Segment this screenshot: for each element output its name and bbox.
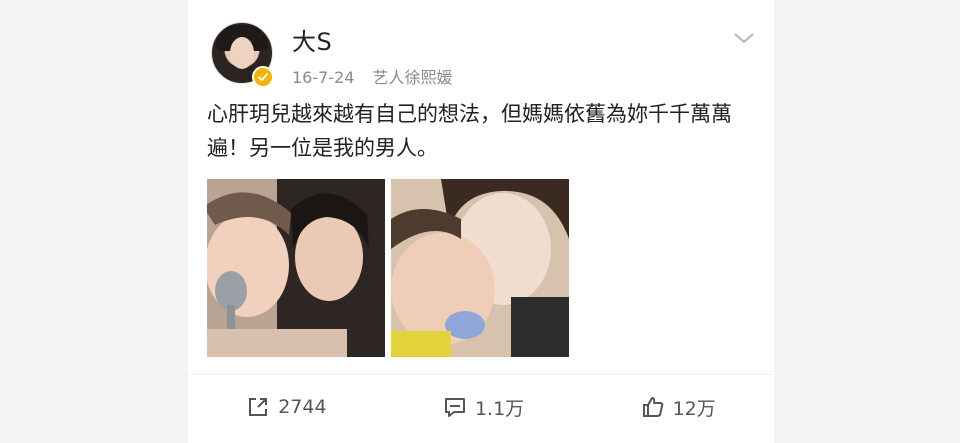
author-name[interactable]: 大S	[292, 22, 332, 57]
comment-icon	[444, 398, 465, 417]
post-photo[interactable]	[391, 179, 569, 357]
check-icon	[258, 73, 268, 81]
post-date[interactable]: 16-7-24	[292, 68, 354, 87]
thumbs-up-icon	[642, 397, 663, 417]
repost-button[interactable]: 2744	[246, 395, 327, 419]
share-icon	[249, 398, 268, 416]
repost-count: 2744	[278, 396, 327, 418]
post-photo[interactable]	[207, 179, 385, 357]
verified-badge-icon	[252, 66, 274, 88]
post-source[interactable]: 艺人徐熙媛	[372, 68, 452, 87]
photo-child-with-spoon	[207, 179, 385, 357]
action-bar: 2744 1.1万 12万	[188, 385, 774, 429]
photo-baby-with-pacifier	[391, 179, 569, 357]
like-count: 12万	[672, 397, 716, 420]
post-meta: 16-7-24 艺人徐熙媛	[292, 64, 452, 88]
weibo-post-card: 大S 16-7-24 艺人徐熙媛 心肝玥兒越來越有自己的想法，但媽媽依舊為妳千千萬…	[188, 0, 774, 443]
like-button[interactable]: 12万	[641, 394, 716, 421]
comment-button[interactable]: 1.1万	[443, 394, 524, 421]
avatar-face	[230, 37, 254, 69]
post-text: 心肝玥兒越來越有自己的想法，但媽媽依舊為妳千千萬萬遍！另一位是我的男人。	[207, 102, 732, 160]
divider	[188, 374, 774, 375]
chevron-down-icon[interactable]	[733, 30, 755, 46]
comment-count: 1.1万	[474, 397, 525, 420]
